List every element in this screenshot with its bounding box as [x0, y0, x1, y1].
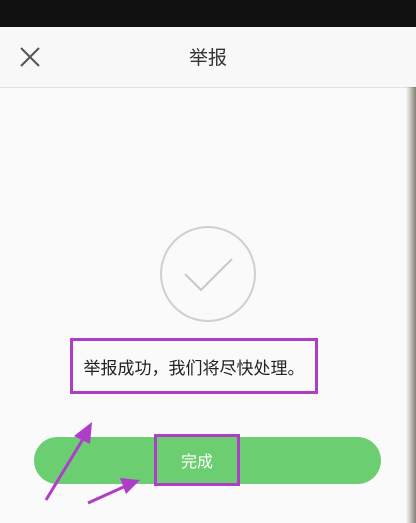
- success-message-highlight: 举报成功，我们将尽快处理。: [70, 338, 318, 394]
- status-bar: [0, 0, 416, 27]
- done-button[interactable]: [34, 437, 381, 484]
- edge-shadow: [406, 87, 416, 523]
- nav-bar: 举报: [0, 27, 416, 88]
- success-message: 举报成功，我们将尽快处理。: [83, 358, 305, 379]
- page-title: 举报: [188, 47, 227, 69]
- checkmark-circle-icon: [158, 224, 258, 324]
- result-panel: 举报成功，我们将尽快处理。 完成: [0, 88, 416, 523]
